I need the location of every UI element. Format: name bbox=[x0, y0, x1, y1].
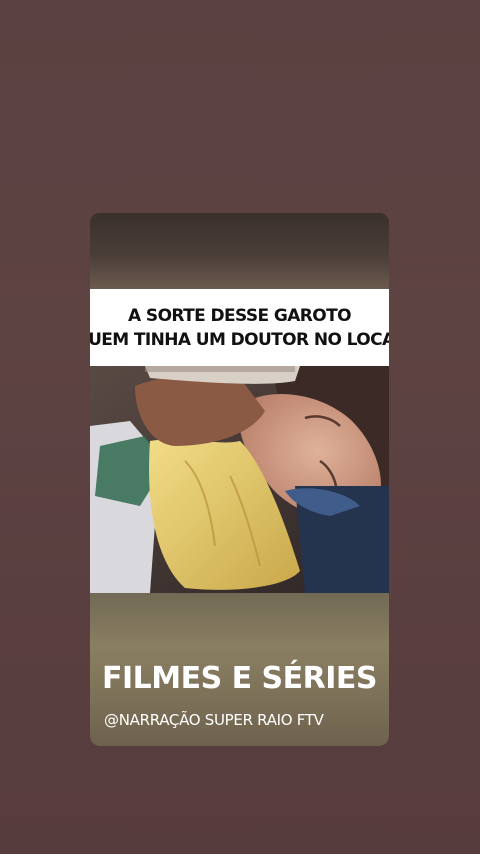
channel-handle[interactable]: @NARRAÇÃO SUPER RAIO FTV bbox=[104, 711, 324, 729]
caption-line-2: QUEM TINHA UM DOUTOR NO LOCAL bbox=[90, 329, 389, 350]
caption-line-1: A SORTE DESSE GAROTO bbox=[128, 305, 352, 326]
story-card[interactable]: A SORTE DESSE GAROTO QUEM TINHA UM DOUTO… bbox=[90, 213, 389, 746]
video-frame-illustration bbox=[90, 366, 389, 593]
brand-title: FILMES E SÉRIES bbox=[101, 661, 378, 696]
video-frame[interactable] bbox=[90, 366, 389, 593]
video-top-band bbox=[90, 213, 389, 289]
caption-box: A SORTE DESSE GAROTO QUEM TINHA UM DOUTO… bbox=[90, 289, 389, 366]
